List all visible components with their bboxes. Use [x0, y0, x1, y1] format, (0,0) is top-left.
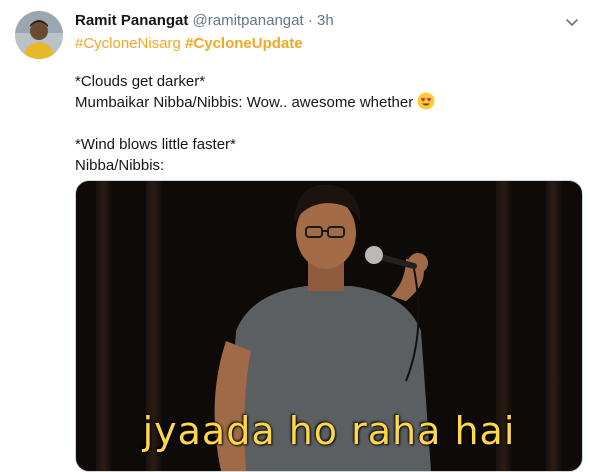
- author-name[interactable]: Ramit Panangat: [75, 12, 188, 29]
- tweet-line: Nibba/Nibbis:: [75, 157, 165, 174]
- media-gif[interactable]: jyaada ho raha hai: [75, 180, 583, 472]
- hashtag-cyclone-update[interactable]: #CycloneUpdate: [185, 35, 303, 52]
- hashtag-cyclone-nisarg[interactable]: #CycloneNisarg: [75, 35, 181, 52]
- tweet-line: Mumbaikar Nibba/Nibbis: Wow.. awesome wh…: [75, 94, 414, 111]
- tweet-line: *Clouds get darker*: [75, 73, 206, 90]
- timestamp[interactable]: 3h: [317, 12, 334, 29]
- tweet-header: Ramit Panangat @ramitpanangat · 3h: [75, 12, 334, 29]
- heart-eyes-emoji-icon: [417, 92, 435, 110]
- tweet-line: *Wind blows little faster*: [75, 136, 236, 153]
- chevron-down-icon[interactable]: [564, 14, 580, 30]
- meme-caption: jyaada ho raha hai: [142, 409, 516, 453]
- hashtag-line: #CycloneNisarg #CycloneUpdate: [75, 35, 303, 52]
- separator-dot: ·: [307, 12, 313, 29]
- tweet: Ramit Panangat @ramitpanangat · 3h #Cycl…: [0, 0, 600, 472]
- tweet-line-with-emoji: Mumbaikar Nibba/Nibbis: Wow.. awesome wh…: [75, 92, 435, 113]
- avatar-image: [15, 11, 63, 59]
- author-handle[interactable]: @ramitpanangat: [193, 12, 304, 29]
- tweet-text: *Clouds get darker* Mumbaikar Nibba/Nibb…: [75, 71, 435, 176]
- avatar[interactable]: [15, 11, 63, 59]
